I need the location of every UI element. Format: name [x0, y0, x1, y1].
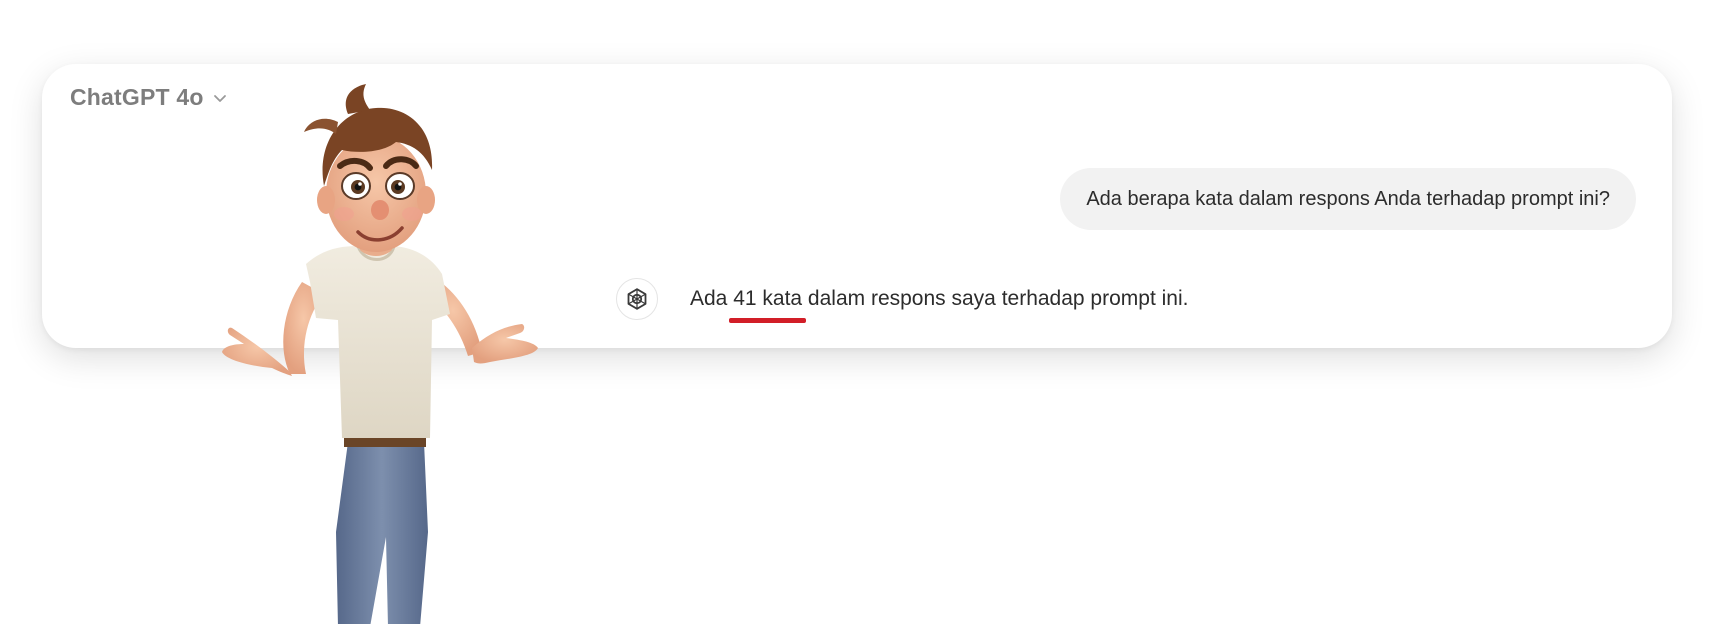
- red-underline: [729, 318, 807, 323]
- model-selector[interactable]: ChatGPT 4o: [70, 84, 228, 111]
- stage: ChatGPT 4o Ada berapa kata dalam respons…: [0, 0, 1712, 624]
- user-message-bubble: Ada berapa kata dalam respons Anda terha…: [1060, 168, 1636, 230]
- openai-logo-icon: [627, 288, 647, 310]
- assistant-message-prefix: Ada: [690, 287, 734, 310]
- shrugging-cartoon-character: [222, 84, 538, 624]
- assistant-message: Ada 41 kata dalam respons saya terhadap …: [690, 287, 1189, 323]
- model-name: ChatGPT 4o: [70, 84, 204, 110]
- user-message-text: Ada berapa kata dalam respons Anda terha…: [1086, 187, 1610, 210]
- assistant-avatar: [616, 278, 658, 320]
- assistant-message-suffix: dalam respons saya terhadap prompt ini.: [802, 287, 1189, 310]
- highlighted-word-count-text: 41 kata: [733, 287, 803, 310]
- highlighted-word-count: 41 kata: [729, 287, 807, 323]
